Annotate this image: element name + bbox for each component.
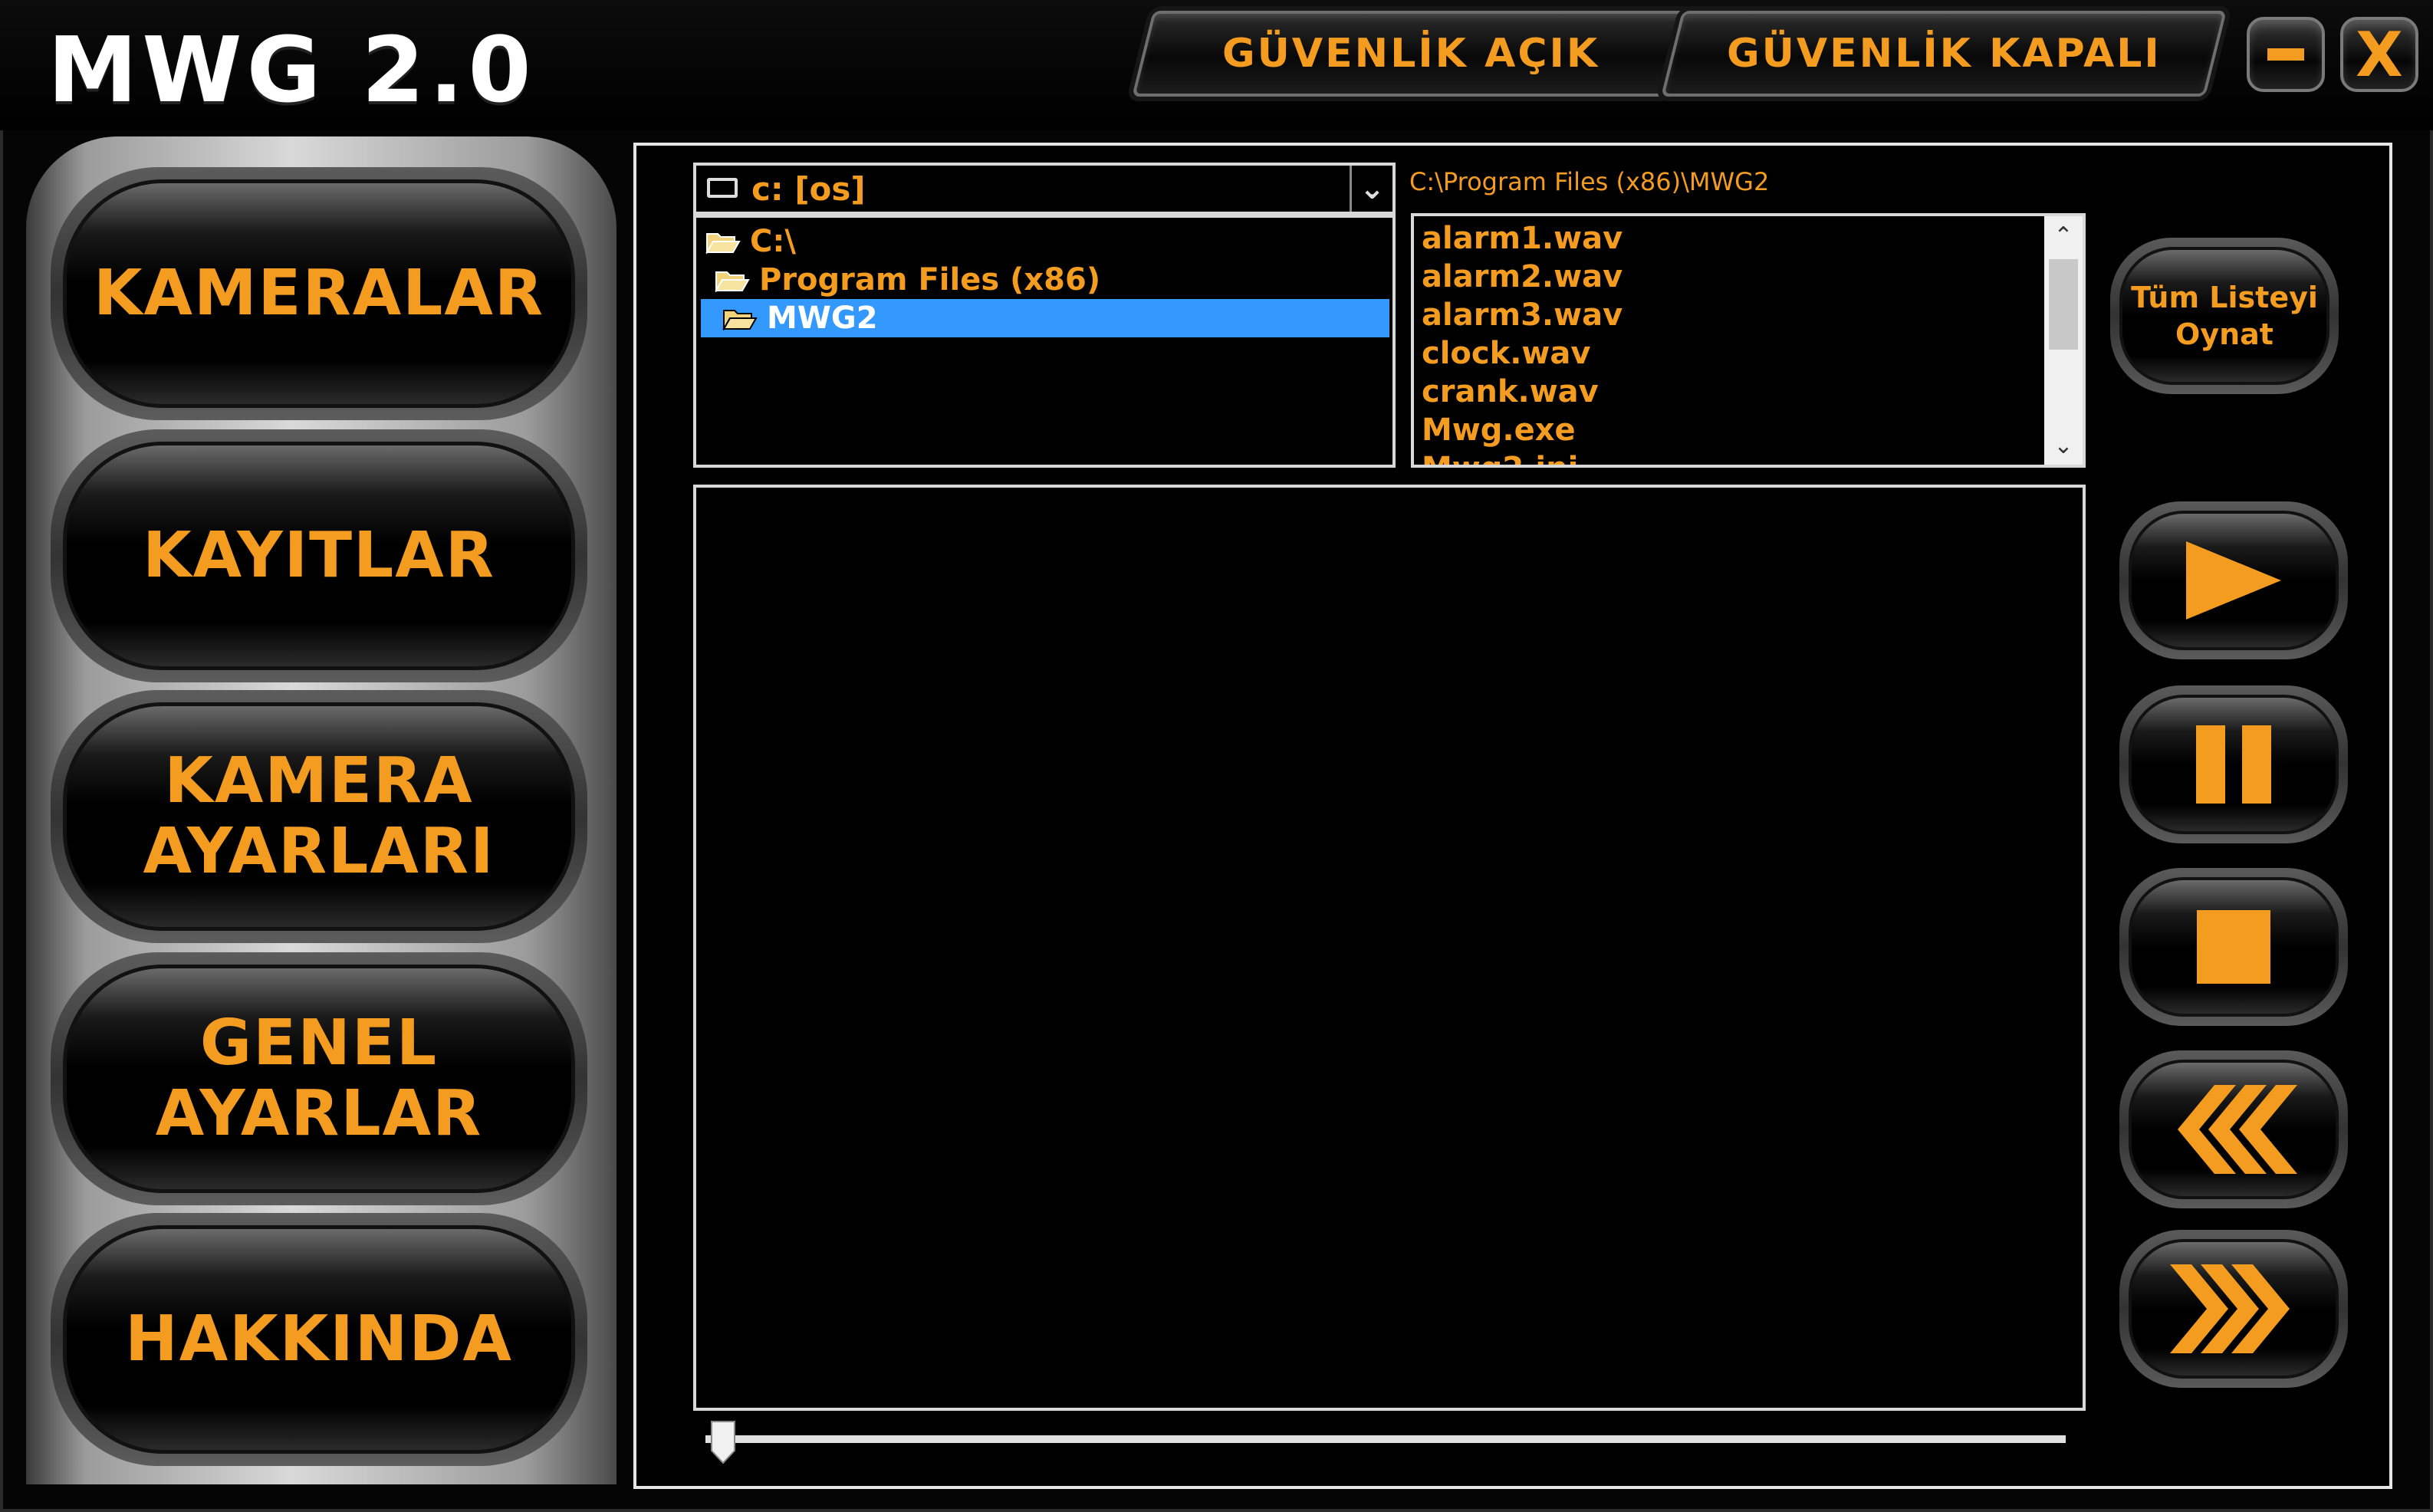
sidebar-item-kayitlar[interactable]: KAYITLAR [51, 429, 587, 682]
play-all-button[interactable]: Tüm Listeyi Oynat [2110, 238, 2339, 394]
seek-slider-thumb[interactable] [710, 1420, 736, 1464]
nav-button-kamera-ayarlari[interactable]: KAMERA AYARLARI [63, 702, 575, 931]
pause-button-face[interactable] [2129, 695, 2339, 834]
drive-select[interactable]: c: [os] ⌄ [693, 163, 1396, 215]
security-on-button[interactable]: GÜVENLİK AÇIK [1132, 11, 1690, 97]
nav-button-hakkinda[interactable]: HAKKINDA [63, 1225, 575, 1454]
nav-label: KAMERALAR [93, 257, 545, 330]
nav-button-genel-ayarlar[interactable]: GENEL AYARLAR [63, 965, 575, 1193]
minimize-icon [2267, 48, 2304, 61]
play-button-face[interactable] [2129, 511, 2339, 650]
close-button[interactable]: X [2340, 17, 2418, 92]
drive-icon [707, 178, 738, 198]
play-all-face[interactable]: Tüm Listeyi Oynat [2119, 247, 2329, 385]
list-item[interactable]: clock.wav [1422, 334, 1590, 373]
tree-item-root[interactable]: C:\ [705, 222, 796, 261]
play-icon [2186, 541, 2281, 620]
pause-icon [2196, 725, 2271, 804]
file-list-scrollbar[interactable]: ⌃ ⌄ [2044, 216, 2083, 465]
play-all-line: Tüm Listeyi [2131, 281, 2318, 314]
security-on-label: GÜVENLİK AÇIK [1221, 31, 1600, 77]
nav-button-kayitlar[interactable]: KAYITLAR [63, 442, 575, 670]
stop-icon [2197, 910, 2270, 984]
nav-label: KAYITLAR [143, 519, 495, 592]
play-all-line: Oynat [2175, 317, 2274, 351]
rewind-button[interactable] [2119, 1050, 2348, 1208]
scroll-up-icon[interactable]: ⌃ [2044, 216, 2083, 255]
nav-label-line: AYARLAR [155, 1077, 483, 1150]
tree-item-program-files[interactable]: Program Files (x86) [715, 261, 1100, 299]
list-item[interactable]: alarm3.wav [1422, 296, 1623, 334]
list-item[interactable]: crank.wav [1422, 373, 1599, 411]
stop-button[interactable] [2119, 868, 2348, 1026]
nav-label: HAKKINDA [125, 1303, 513, 1376]
fast-forward-button-face[interactable] [2129, 1239, 2339, 1379]
folder-open-icon [715, 271, 750, 292]
folder-open-icon [722, 310, 758, 330]
folder-open-icon [705, 233, 741, 254]
list-item[interactable]: Mwg.exe [1422, 411, 1576, 449]
app-title: MWG 2.0 [48, 17, 536, 123]
list-item[interactable]: alarm2.wav [1422, 258, 1623, 296]
seek-slider-track[interactable] [705, 1435, 2066, 1443]
drive-select-value: c: [os] [751, 170, 866, 208]
scroll-down-icon[interactable]: ⌄ [2044, 426, 2083, 465]
scrollbar-thumb[interactable] [2049, 259, 2078, 350]
video-player-area[interactable] [693, 485, 2086, 1411]
tree-item-mwg2-selected[interactable]: MWG2 [701, 299, 1389, 337]
sidebar-item-hakkinda[interactable]: HAKKINDA [51, 1213, 587, 1466]
file-list[interactable]: alarm1.wav alarm2.wav alarm3.wav clock.w… [1411, 213, 2086, 468]
folder-tree[interactable]: C:\ Program Files (x86) MWG2 [693, 215, 1396, 468]
chevron-down-icon[interactable]: ⌄ [1350, 166, 1392, 212]
minimize-button[interactable] [2247, 17, 2325, 92]
stop-button-face[interactable] [2129, 877, 2339, 1017]
list-item[interactable]: Mwg2.ini [1422, 449, 1578, 465]
fast-forward-button[interactable] [2119, 1230, 2348, 1388]
tree-item-label: MWG2 [767, 301, 878, 336]
list-item[interactable]: alarm1.wav [1422, 219, 1623, 258]
close-icon: X [2356, 18, 2403, 90]
rewind-icon [2178, 1085, 2297, 1174]
tree-item-label: Program Files (x86) [759, 262, 1101, 297]
play-button[interactable] [2119, 501, 2348, 659]
sidebar-item-kameralar[interactable]: KAMERALAR [51, 167, 587, 420]
nav-label-line: KAMERA [164, 744, 474, 817]
security-off-label: GÜVENLİK KAPALI [1726, 31, 2162, 77]
nav-label-line: AYARLARI [143, 815, 495, 888]
security-off-button[interactable]: GÜVENLİK KAPALI [1661, 11, 2227, 97]
nav-label-line: GENEL [199, 1007, 439, 1080]
nav-button-kameralar[interactable]: KAMERALAR [63, 179, 575, 408]
sidebar-item-kamera-ayarlari[interactable]: KAMERA AYARLARI [51, 690, 587, 943]
rewind-button-face[interactable] [2129, 1060, 2339, 1199]
fast-forward-icon [2170, 1264, 2290, 1353]
current-path: C:\Program Files (x86)\MWG2 [1409, 167, 1770, 196]
sidebar-item-genel-ayarlar[interactable]: GENEL AYARLAR [51, 952, 587, 1205]
tree-item-label: C:\ [750, 224, 796, 259]
pause-button[interactable] [2119, 685, 2348, 843]
